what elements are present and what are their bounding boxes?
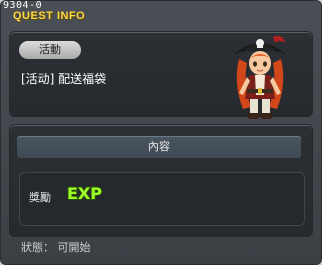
exp-icon: EXP: [66, 183, 103, 203]
quest-category-badge: 活動: [19, 41, 81, 59]
quest-info-window: 9304-0 QUEST INFO 活動 [活动] 配送福袋 內容 獎勵 EXP…: [0, 0, 322, 265]
window-title: QUEST INFO: [13, 10, 86, 22]
exp-icon-text: EXP: [67, 184, 102, 203]
quest-status: 狀態： 可開始: [21, 241, 91, 254]
content-tab[interactable]: 內容: [17, 136, 301, 158]
quest-name: [活动] 配送福袋: [21, 72, 107, 86]
pirate-npc-portrait: [233, 35, 287, 119]
reward-label: 獎勵: [29, 191, 51, 204]
reward-box: [19, 172, 305, 226]
